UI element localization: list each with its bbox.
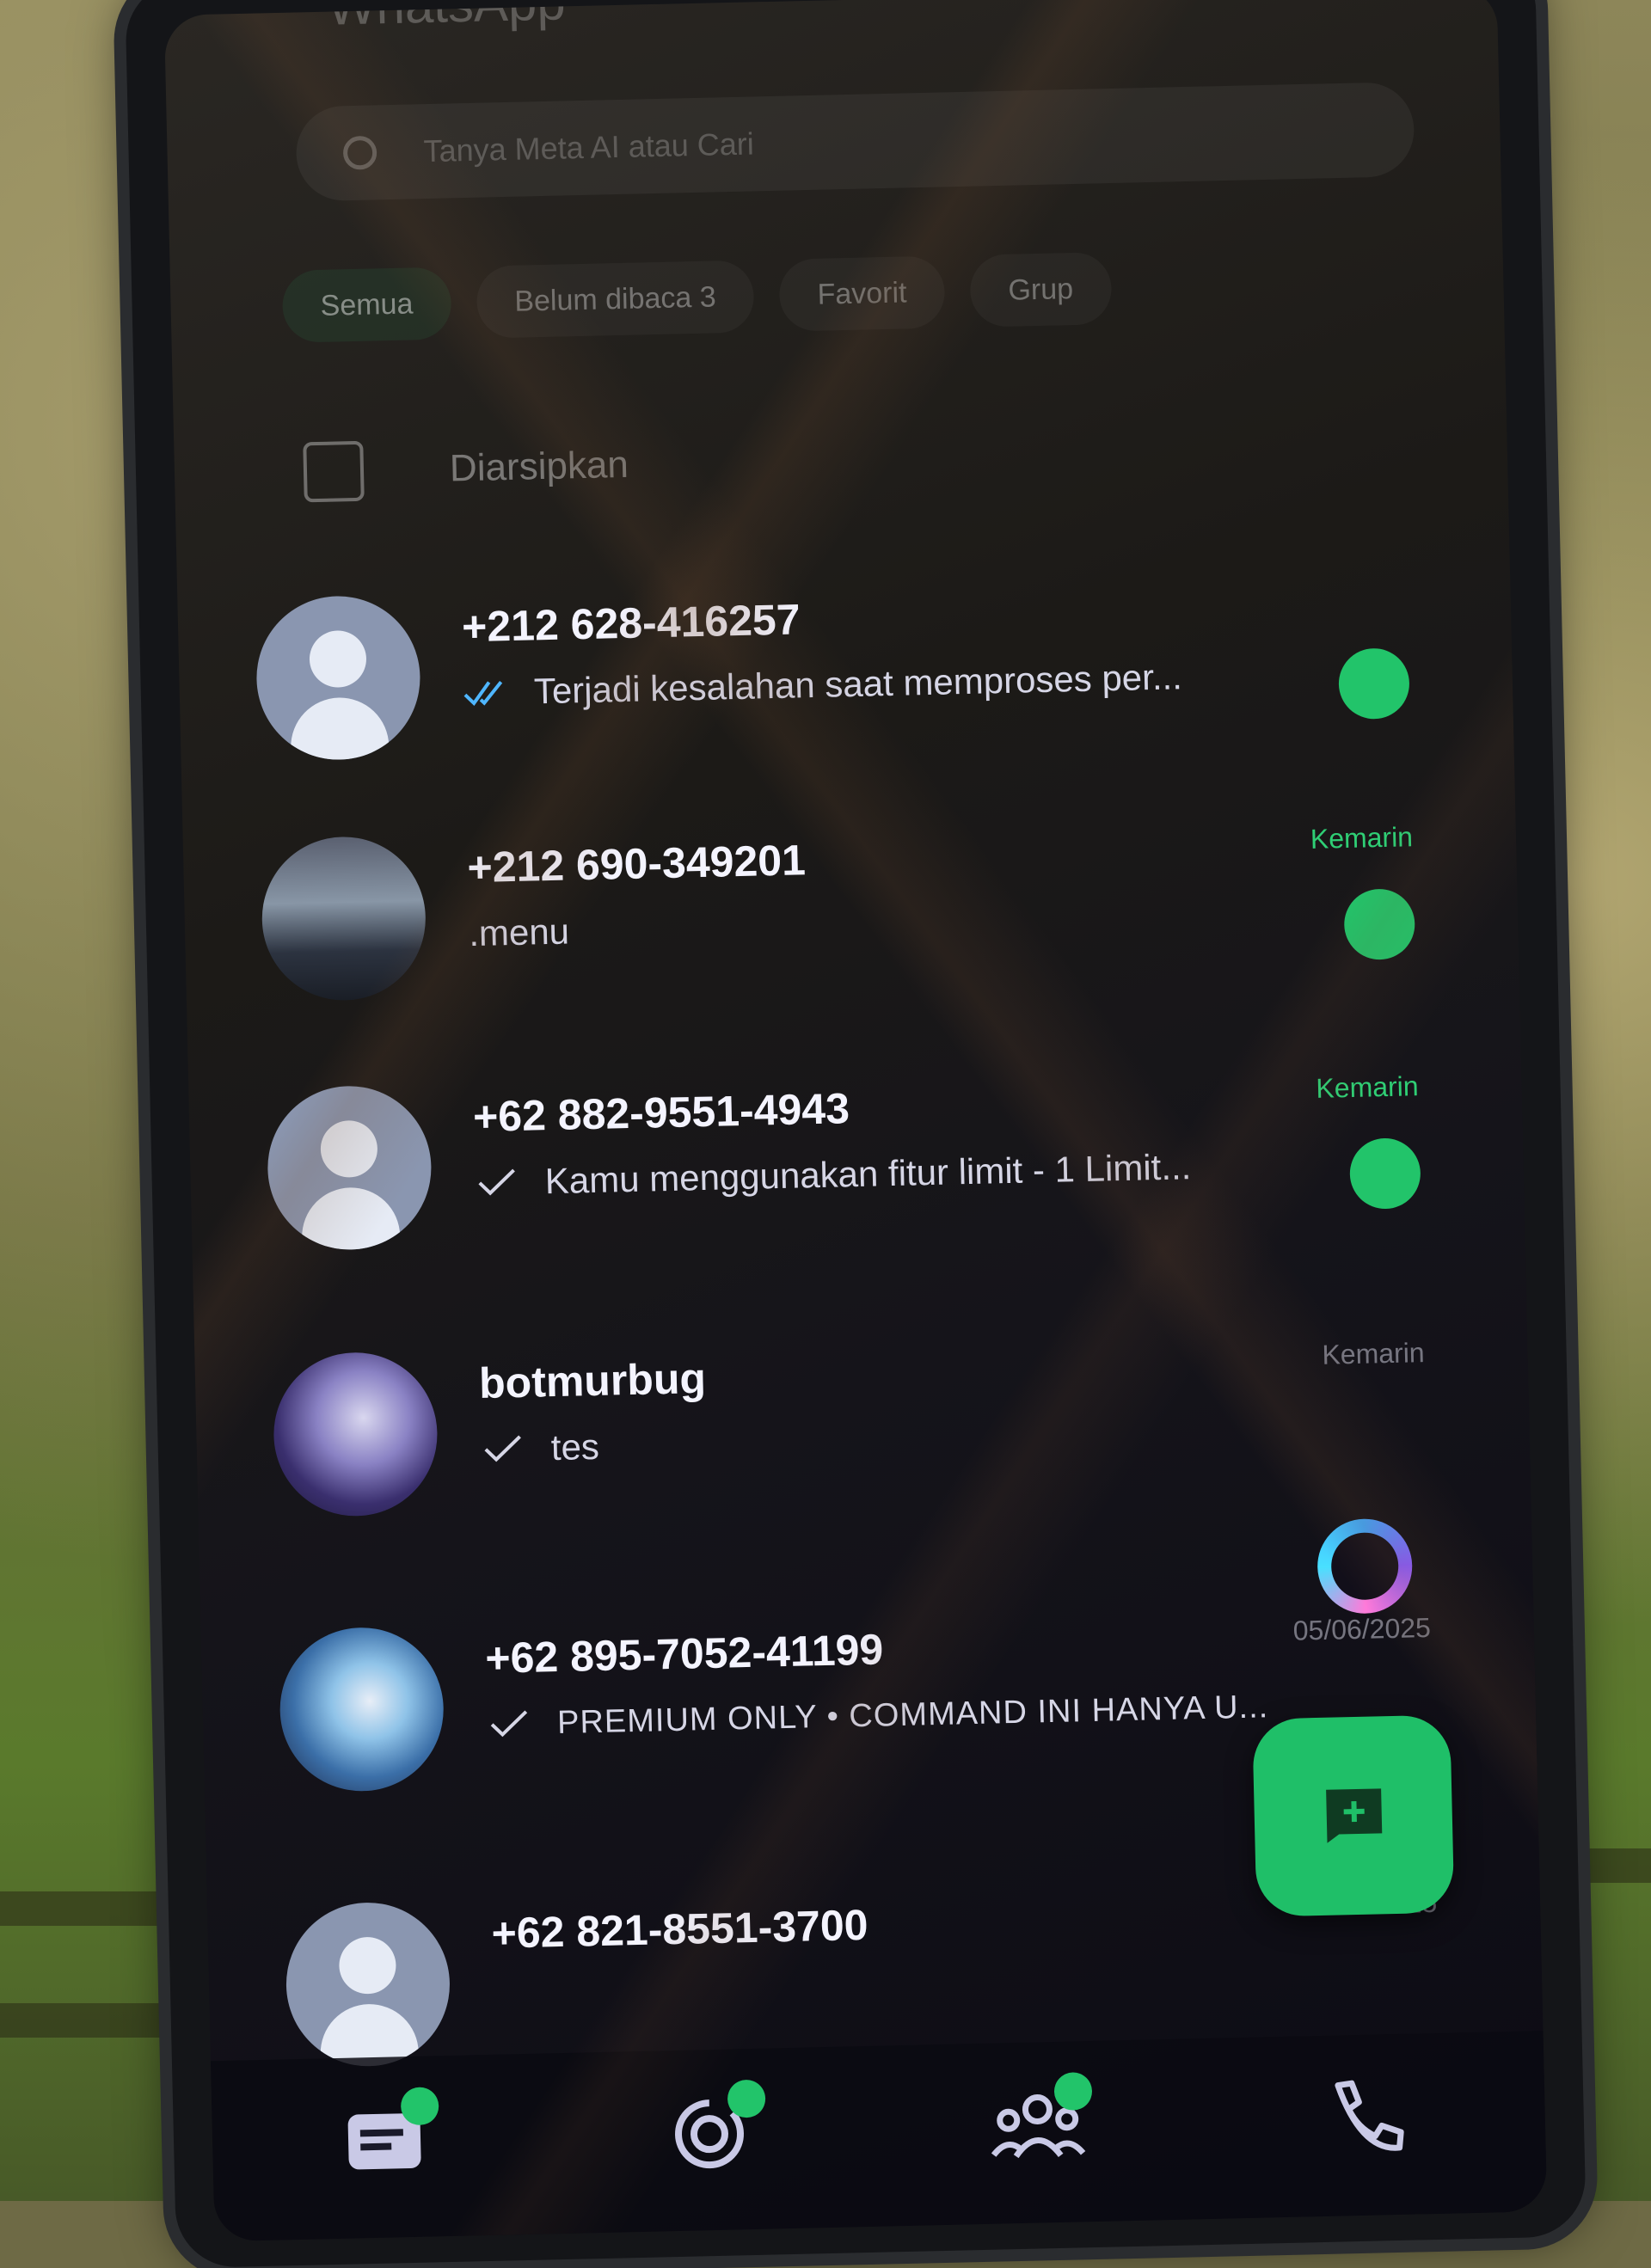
- app-title: WhatsApp: [326, 0, 567, 36]
- unread-badge: [1343, 888, 1416, 961]
- default-avatar-icon: [255, 594, 422, 762]
- chat-message: .menu: [468, 910, 570, 954]
- search-placeholder: Tanya Meta AI atau Cari: [423, 126, 755, 169]
- meta-ai-search-icon: [343, 136, 377, 170]
- new-chat-icon: [1326, 1788, 1383, 1843]
- chat-row[interactable]: botmurbug tes Kemarin: [194, 1300, 1531, 1528]
- nav-communities[interactable]: [985, 2072, 1093, 2173]
- archive-icon: [303, 440, 365, 503]
- chat-time: Kemarin: [1310, 821, 1414, 855]
- archived-label: Diarsipkan: [449, 443, 629, 490]
- filter-chips: Semua Belum dibaca 3 Favorit Grup: [281, 245, 1402, 347]
- chat-message: PREMIUM ONLY • COMMAND INI HANYA U...: [556, 1688, 1269, 1741]
- double-check-icon: [463, 680, 503, 706]
- chat-name: +212 628-416257: [461, 595, 801, 652]
- chat-preview: PREMIUM ONLY • COMMAND INI HANYA U...: [486, 1682, 1304, 1749]
- chat-preview: Terjadi kesalahan saat memproses per...: [463, 651, 1280, 718]
- nav-calls[interactable]: [1312, 2069, 1417, 2166]
- profile-photo-avatar: [278, 1626, 445, 1793]
- search-bar[interactable]: Tanya Meta AI atau Cari: [295, 81, 1415, 202]
- single-check-icon: [484, 1435, 521, 1462]
- bottom-navigation: [210, 2031, 1548, 2242]
- single-check-icon: [490, 1710, 528, 1738]
- chat-name: +62 821-8551-3700: [491, 1900, 869, 1958]
- new-chat-button[interactable]: [1252, 1714, 1455, 1917]
- chat-name: +62 895-7052-41199: [484, 1625, 884, 1683]
- chat-row[interactable]: +212 628-416257 Terjadi kesalahan saat m…: [177, 544, 1514, 772]
- phone: WhatsApp Tanya Meta AI atau Cari Semua B…: [125, 0, 1587, 2268]
- chat-row[interactable]: +212 690-349201 .menu Kemarin: [182, 785, 1519, 1013]
- unread-badge: [1338, 647, 1410, 720]
- default-avatar-icon: [284, 1900, 452, 2069]
- chat-row[interactable]: +62 882-9551-4943 Kamu menggunakan fitur…: [188, 1033, 1525, 1261]
- default-avatar-icon: [266, 1084, 433, 1252]
- chat-preview: .menu: [469, 892, 1286, 959]
- chat-name: botmurbug: [478, 1354, 707, 1408]
- chat-time: Kemarin: [1316, 1070, 1419, 1104]
- nav-updates[interactable]: [659, 2079, 766, 2180]
- chat-preview: tes: [480, 1407, 1298, 1474]
- archived-row[interactable]: Diarsipkan: [303, 399, 1465, 520]
- chat-message: tes: [550, 1425, 600, 1468]
- filter-chip-favorites[interactable]: Favorit: [778, 255, 946, 332]
- filter-chip-groups[interactable]: Grup: [969, 252, 1112, 328]
- chat-message: Terjadi kesalahan saat memproses per...: [533, 656, 1183, 712]
- chat-time: 05/06/2025: [1292, 1611, 1432, 1646]
- filter-chip-all[interactable]: Semua: [281, 267, 452, 343]
- phone-screen: WhatsApp Tanya Meta AI atau Cari Semua B…: [163, 0, 1548, 2242]
- chat-preview: Kamu menggunakan fitur limit - 1 Limit..…: [474, 1141, 1292, 1208]
- profile-photo-avatar: [272, 1351, 439, 1518]
- nav-chats[interactable]: [332, 2087, 439, 2187]
- chat-time: Kemarin: [1322, 1337, 1426, 1370]
- unread-badge: [1348, 1137, 1421, 1210]
- filter-chip-unread[interactable]: Belum dibaca 3: [476, 260, 755, 339]
- chat-name: +62 882-9551-4943: [472, 1084, 850, 1142]
- single-check-icon: [478, 1168, 515, 1196]
- chat-message: Kamu menggunakan fitur limit - 1 Limit..…: [544, 1146, 1192, 1202]
- calls-icon: [1335, 2080, 1404, 2151]
- chat-name: +212 690-349201: [466, 836, 807, 892]
- profile-photo-avatar: [260, 835, 427, 1002]
